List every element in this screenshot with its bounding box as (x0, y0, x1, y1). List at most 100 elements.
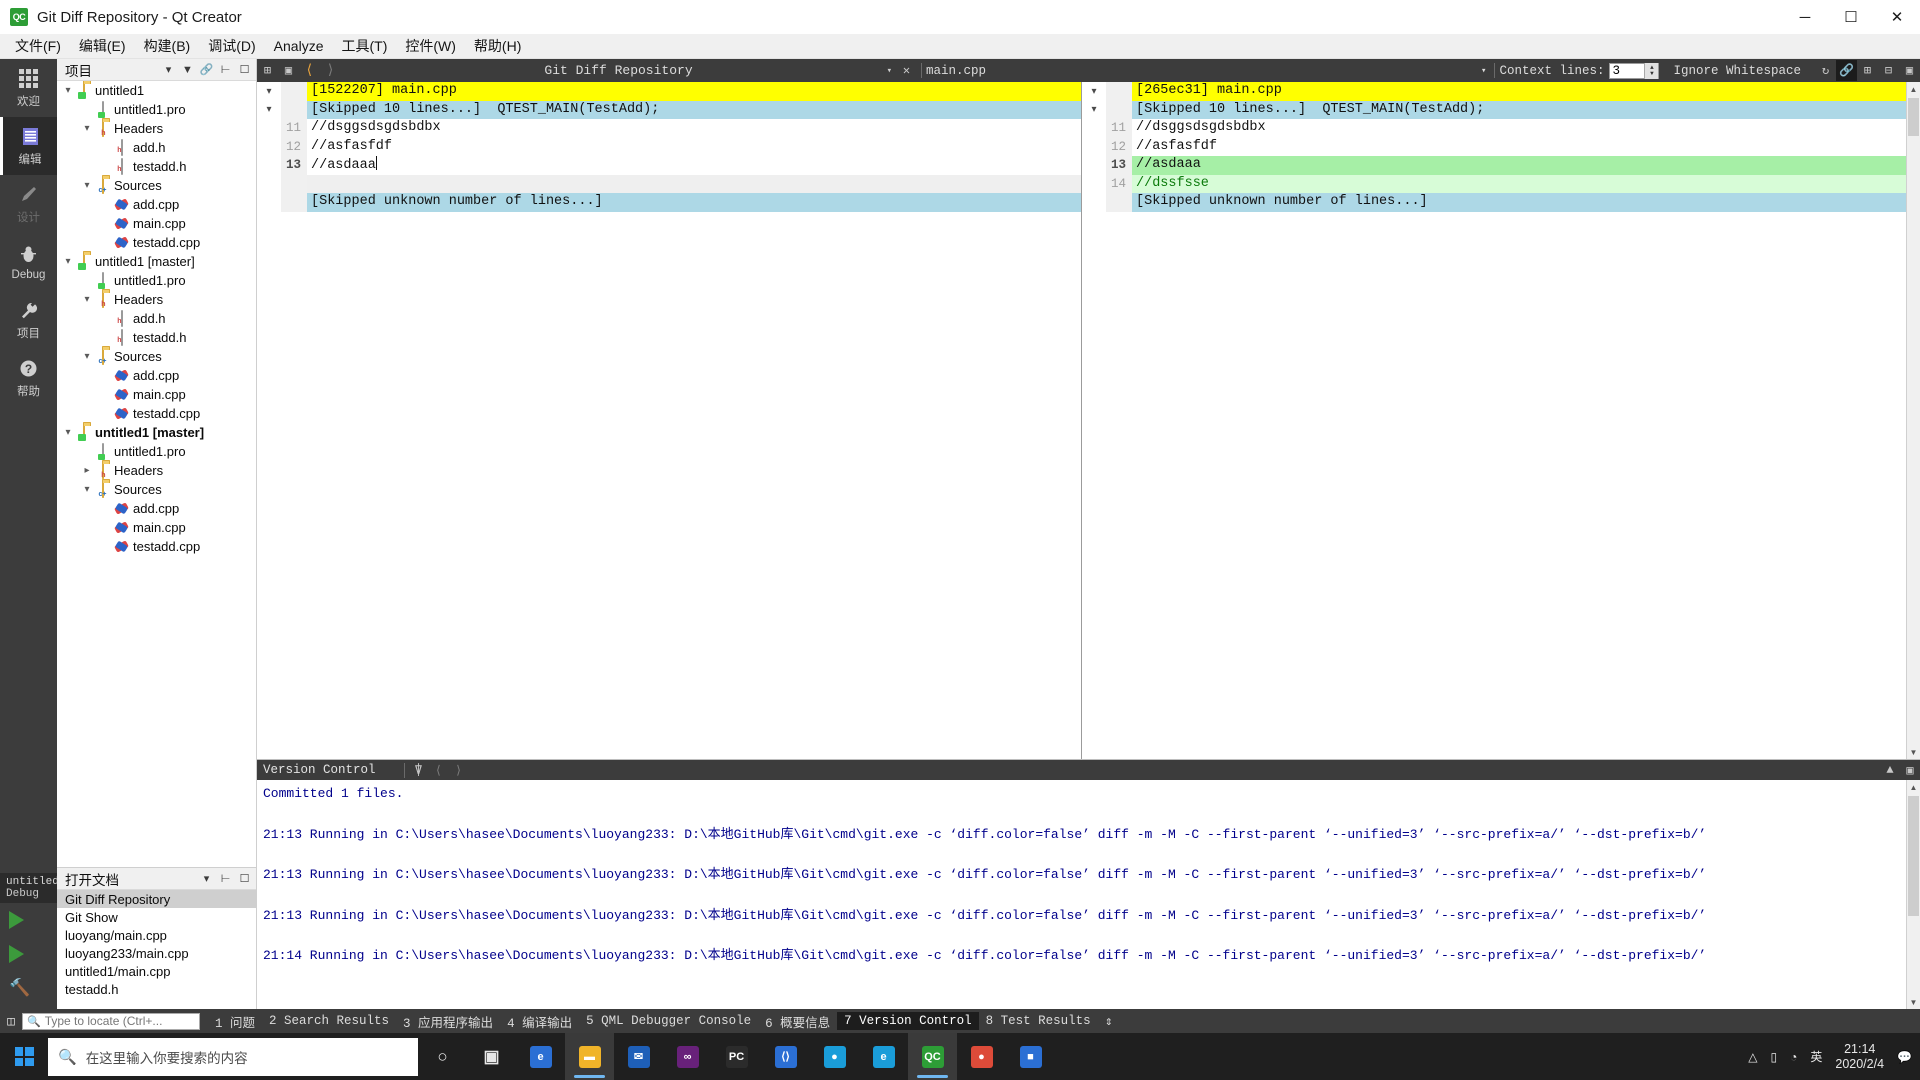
tree-item[interactable]: h add.h (57, 309, 256, 328)
scroll-down-arrow-icon[interactable]: ▼ (1907, 995, 1920, 1009)
tree-item[interactable]: h testadd.h (57, 328, 256, 347)
tree-item[interactable]: untitled1.pro (57, 100, 256, 119)
taskbar-app[interactable]: QC (908, 1033, 957, 1080)
taskbar-app[interactable]: ● (957, 1033, 1006, 1080)
taskbar-app[interactable]: e (516, 1033, 565, 1080)
taskbar-clock[interactable]: 21:14 2020/2/4 (1835, 1042, 1884, 1072)
windows-start-button[interactable] (0, 1033, 48, 1080)
split-icon[interactable]: ⊢ (216, 60, 235, 79)
menu-item[interactable]: 帮助(H) (465, 33, 530, 59)
open-documents-list[interactable]: Git Diff Repository Git Show luoyang/main.… (57, 890, 256, 1009)
diff-line[interactable]: 13 //asdaaa (1082, 156, 1906, 175)
chevron-down-icon[interactable]: ▾ (80, 351, 94, 362)
taskbar-app[interactable]: e (859, 1033, 908, 1080)
tree-item[interactable]: add.cpp (57, 499, 256, 518)
taskbar-app[interactable]: ■ (1006, 1033, 1055, 1080)
chevron-down-icon[interactable]: ▾ (61, 427, 75, 438)
output-tab[interactable]: 7 Version Control (837, 1012, 979, 1030)
mode-设计[interactable]: 设计 (0, 175, 57, 233)
diff-line[interactable]: [Skipped unknown number of lines...] (1082, 193, 1906, 212)
diff-line[interactable]: 12//asfasfdf (1082, 137, 1906, 156)
toggle-descriptions-icon[interactable]: ⊞ (1857, 60, 1878, 81)
chevron-down-icon[interactable]: ▾ (80, 484, 94, 495)
tree-item[interactable]: h add.h (57, 138, 256, 157)
diff-line[interactable]: [Skipped unknown number of lines...] (257, 193, 1081, 212)
chevron-down-icon[interactable]: ▾ (1481, 66, 1486, 76)
build-button[interactable]: 🔨 (0, 971, 30, 1005)
tree-item[interactable]: testadd.cpp (57, 537, 256, 556)
clear-icon[interactable]: ⍒ (409, 761, 429, 779)
run-button[interactable] (0, 903, 24, 937)
chevron-left-icon[interactable]: ⟨ (429, 761, 449, 779)
link-icon[interactable]: 🔗 (197, 60, 216, 79)
tree-item[interactable]: ▾ h Headers (57, 290, 256, 309)
open-document-item[interactable]: luoyang/main.cpp (57, 926, 256, 944)
fold-chevron-icon[interactable]: ▾ (1082, 104, 1106, 115)
nav-back-button[interactable]: ⟨ (299, 60, 320, 81)
output-tab[interactable]: 3 应用程序输出 (396, 1010, 500, 1033)
menu-item[interactable]: Analyze (265, 35, 333, 57)
open-document-item[interactable]: Git Show (57, 908, 256, 926)
tree-item[interactable]: main.cpp (57, 518, 256, 537)
unsplit-icon[interactable]: ▣ (278, 60, 299, 81)
diff-line[interactable]: 14//dssfsse (1082, 174, 1906, 193)
tree-item[interactable]: ▾ c+ Sources (57, 480, 256, 499)
diff-line[interactable]: 13 //asdaaa (257, 156, 1081, 175)
output-tab[interactable]: 2 Search Results (262, 1012, 396, 1030)
diff-line[interactable]: ▾ [Skipped 10 lines...] QTEST_MAIN(TestAd… (1082, 100, 1906, 119)
close-icon[interactable]: ☐ (235, 869, 254, 888)
taskbar-search-box[interactable]: 🔍 在这里输入你要搜索的内容 (48, 1037, 418, 1076)
tree-item[interactable]: main.cpp (57, 214, 256, 233)
network-icon[interactable]: ▯ (1771, 1050, 1778, 1064)
taskbar-app[interactable]: ▬ (565, 1033, 614, 1080)
split-icon[interactable]: ⊢ (216, 869, 235, 888)
spinner-buttons[interactable]: ▲ ▼ (1644, 62, 1659, 79)
scroll-down-arrow-icon[interactable]: ▼ (1907, 745, 1920, 759)
close-output-icon[interactable]: ▣ (1900, 761, 1920, 779)
tree-item[interactable]: ▾ untitled1 [master] (57, 252, 256, 271)
debug-button[interactable] (0, 937, 24, 971)
taskbar-app[interactable]: ∞ (663, 1033, 712, 1080)
output-pane-body[interactable]: Committed 1 files. 21:13 Running in C:\Us… (257, 780, 1920, 1009)
open-document-item[interactable]: untitled1/main.cpp (57, 962, 256, 980)
sidebar-toggle-icon[interactable]: ◫ (0, 1013, 22, 1029)
diff-vertical-scrollbar[interactable]: ▲ ▼ (1906, 82, 1920, 759)
scrollbar-thumb[interactable] (1908, 796, 1919, 916)
close-document-button[interactable]: ✕ (896, 60, 917, 81)
chevron-down-icon[interactable]: ▾ (61, 256, 75, 267)
tree-item[interactable]: main.cpp (57, 385, 256, 404)
open-document-item[interactable]: testadd.h (57, 980, 256, 998)
diff-line[interactable]: 11 //dsggsdsgdsbdbx (1082, 119, 1906, 138)
notification-icon[interactable]: 💬 (1897, 1050, 1912, 1064)
locator-input[interactable]: 🔍 Type to locate (Ctrl+... (22, 1012, 200, 1030)
taskbar-app[interactable]: ✉ (614, 1033, 663, 1080)
chevron-down-icon[interactable]: ▾ (80, 294, 94, 305)
fold-chevron-icon[interactable]: ▾ (257, 86, 281, 97)
wifi-icon[interactable]: ◔ (1790, 1050, 1797, 1064)
tree-item[interactable]: untitled1.pro (57, 271, 256, 290)
tree-item[interactable]: untitled1.pro (57, 442, 256, 461)
scrollbar-thumb[interactable] (1908, 98, 1919, 136)
document-selector[interactable]: Git Diff Repository ▾ (341, 63, 896, 78)
output-tab[interactable]: 4 编译输出 (500, 1010, 579, 1033)
tree-item[interactable]: add.cpp (57, 366, 256, 385)
chevron-down-icon[interactable]: ▾ (80, 123, 94, 134)
mode-欢迎[interactable]: 欢迎 (0, 59, 57, 117)
chevron-down-icon[interactable]: ▾ (159, 60, 178, 79)
split-horizontal-icon[interactable]: ⊟ (1878, 60, 1899, 81)
scroll-up-arrow-icon[interactable]: ▲ (1907, 82, 1920, 96)
chevron-right-icon[interactable]: ⟩ (449, 761, 469, 779)
output-tab[interactable]: 5 QML Debugger Console (579, 1012, 758, 1030)
diff-line[interactable]: ▾ [Skipped 10 lines...] QTEST_MAIN(TestAd… (257, 100, 1081, 119)
tree-item[interactable]: ▾ c+ Sources (57, 176, 256, 195)
up-down-arrows-icon[interactable]: ⇕ (1098, 1013, 1120, 1029)
taskbar-app[interactable]: ● (810, 1033, 859, 1080)
menu-item[interactable]: 调试(D) (199, 33, 264, 59)
nav-forward-button[interactable]: ⟩ (320, 60, 341, 81)
output-tab[interactable]: 6 概要信息 (758, 1010, 837, 1033)
chevron-down-icon[interactable]: ▾ (80, 180, 94, 191)
diff-pane-right[interactable]: ▾ [265ec31] main.cpp ▾ [Skipped 10 lines...… (1082, 82, 1906, 759)
chevron-down-icon[interactable]: ▾ (197, 869, 216, 888)
tree-item[interactable]: ▾ untitled1 (57, 81, 256, 100)
tree-item[interactable]: h testadd.h (57, 157, 256, 176)
